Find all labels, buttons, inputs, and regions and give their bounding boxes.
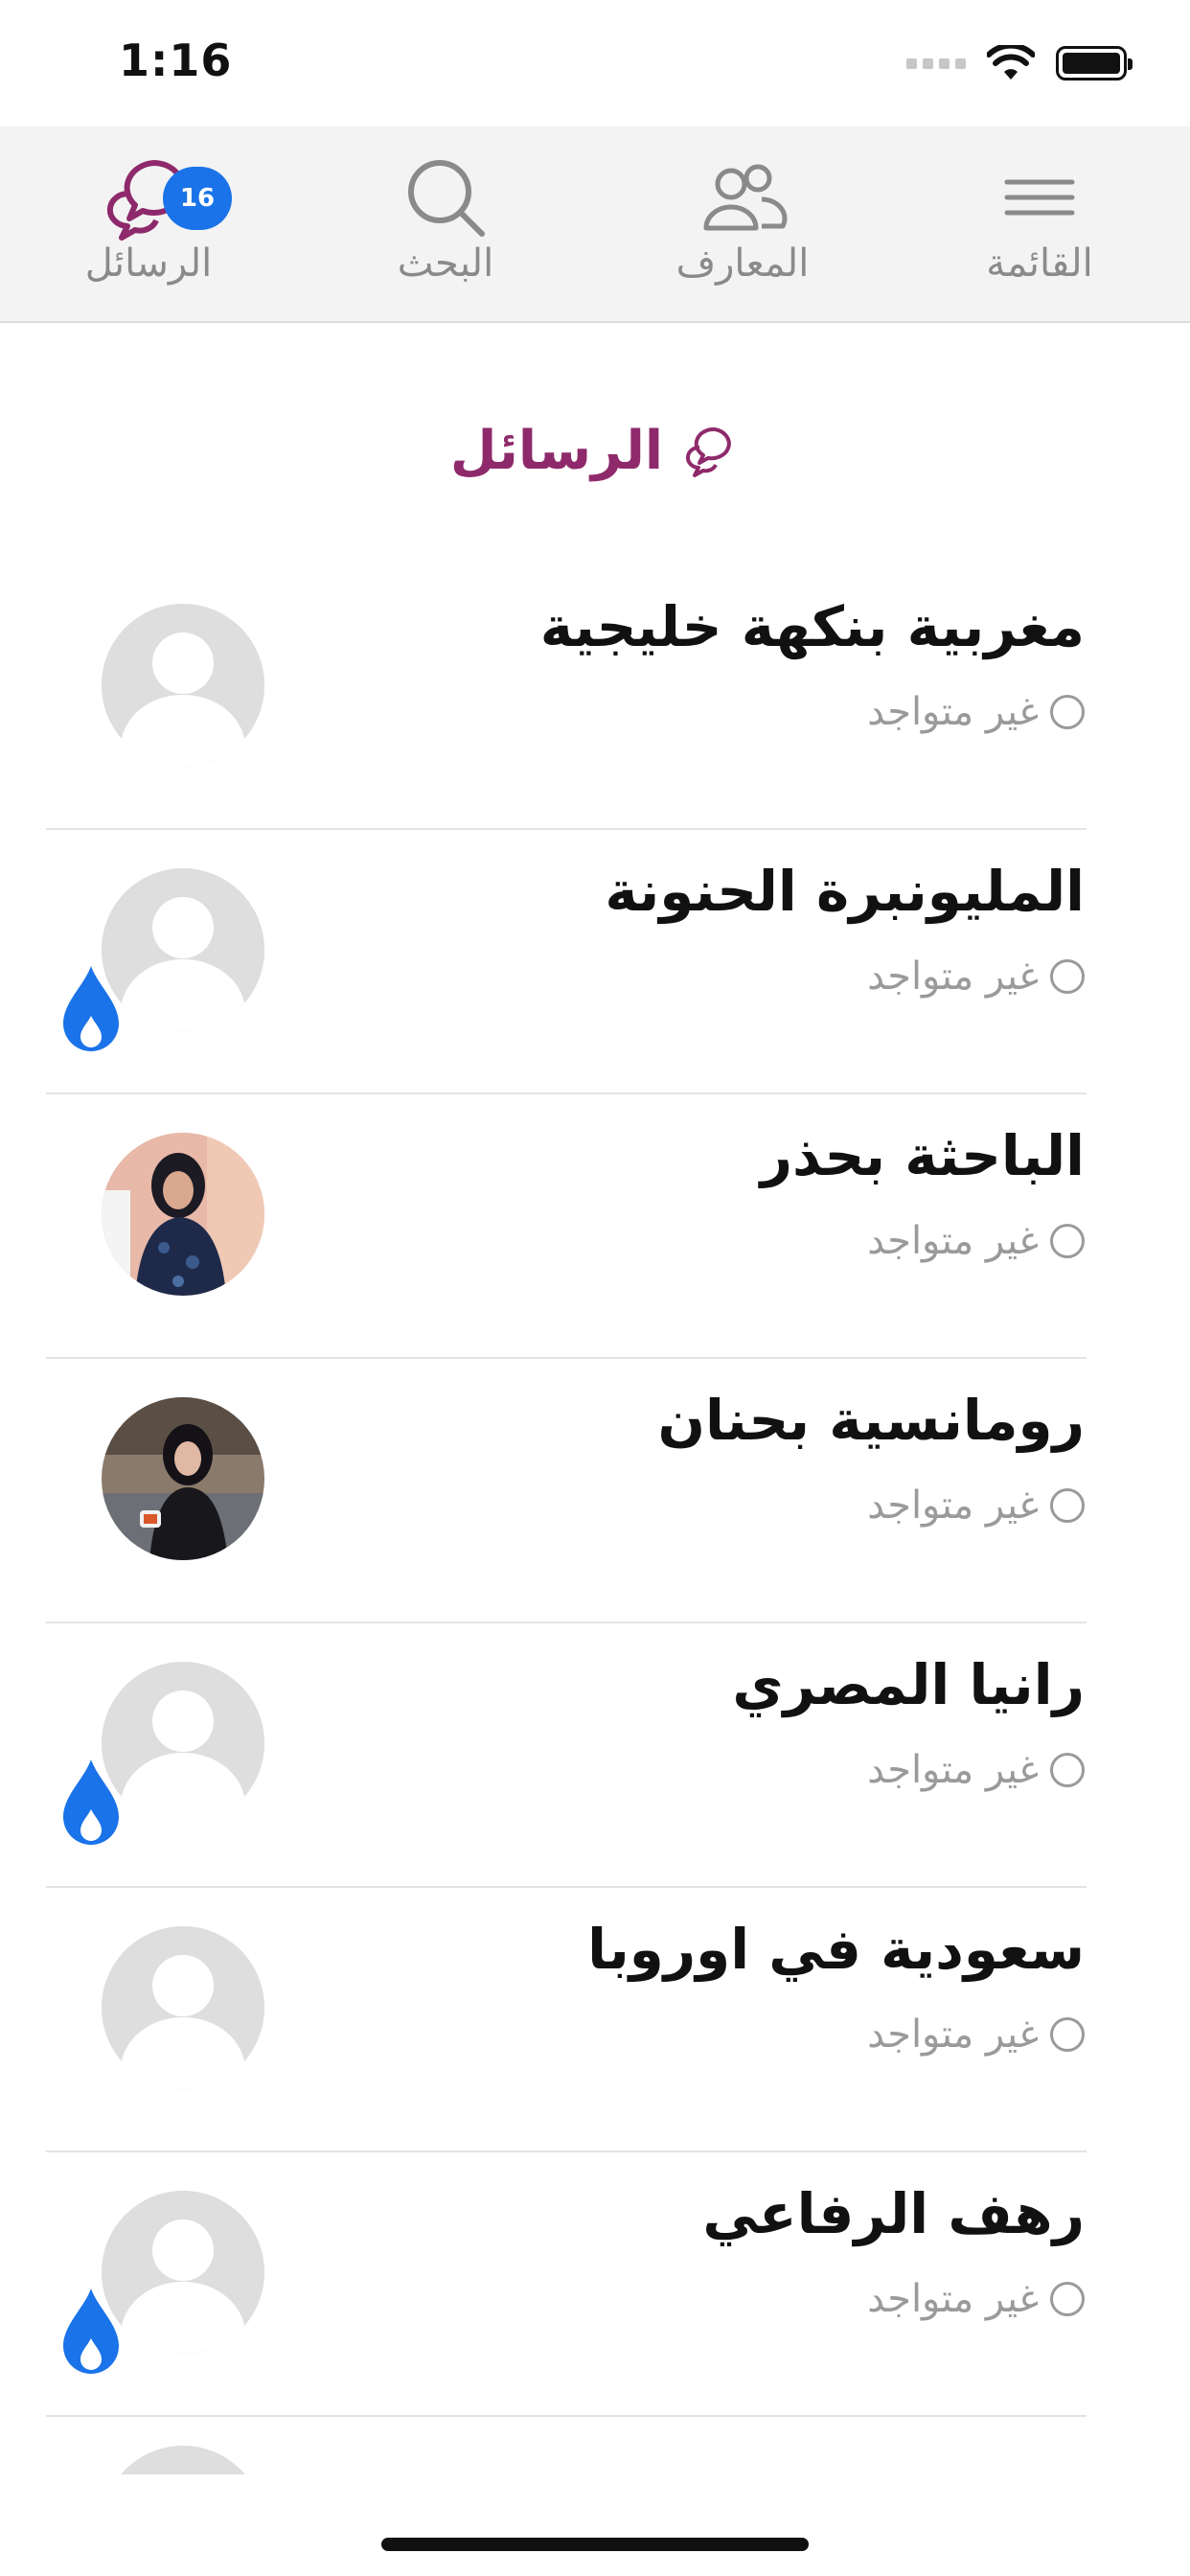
contact-name: المليونبرة الحنونة — [605, 859, 1085, 924]
top-nav: 16 الرسائل البحث المعارف القائمة — [0, 126, 1190, 323]
offline-icon — [1050, 2282, 1085, 2316]
profile-photo — [102, 1397, 264, 1560]
offline-icon — [1050, 959, 1085, 994]
signal-icon — [906, 58, 966, 69]
avatar[interactable] — [102, 1662, 264, 1825]
presence-status: غير متواجد — [867, 1748, 1085, 1792]
default-avatar-icon — [102, 2446, 264, 2474]
offline-icon — [1050, 2017, 1085, 2052]
offline-icon — [1050, 1488, 1085, 1523]
default-avatar-icon — [102, 1926, 264, 2089]
avatar[interactable] — [102, 2191, 264, 2354]
conversation-row[interactable]: مغربية بنكهة خليجية غير متواجد — [0, 565, 1190, 830]
flame-icon — [63, 966, 119, 1051]
avatar[interactable] — [102, 604, 264, 767]
contact-name: رهف الرفاعي — [702, 2181, 1085, 2246]
avatar[interactable] — [102, 868, 264, 1031]
page-title-text: الرسائل — [449, 419, 664, 482]
default-avatar-icon — [102, 868, 264, 1031]
conversation-row[interactable]: رانيا المصري غير متواجد — [0, 1623, 1190, 1888]
status-text: غير متواجد — [867, 690, 1039, 734]
status-text: غير متواجد — [867, 2012, 1039, 2057]
avatar[interactable] — [102, 1926, 264, 2089]
presence-status: غير متواجد — [867, 1484, 1085, 1528]
battery-icon — [1056, 46, 1133, 80]
avatar[interactable] — [102, 2446, 264, 2474]
status-icons — [906, 44, 1133, 82]
nav-messages[interactable]: 16 الرسائل — [38, 126, 259, 323]
nav-contacts-label: المعارف — [675, 242, 810, 286]
wifi-icon — [987, 45, 1035, 80]
conversation-row[interactable]: رهف الرفاعي غير متواجد — [0, 2152, 1190, 2417]
nav-messages-label: الرسائل — [84, 242, 213, 286]
offline-icon — [1050, 1224, 1085, 1258]
status-text: غير متواجد — [867, 1219, 1039, 1263]
status-bar: 1:16 — [0, 0, 1190, 126]
presence-status: غير متواجد — [867, 2277, 1085, 2321]
contact-name: رومانسية بحنان — [657, 1388, 1085, 1453]
contact-name: الباحثة بحذر — [760, 1123, 1085, 1188]
chat-icon — [686, 426, 731, 477]
default-avatar-icon — [102, 1662, 264, 1825]
messages-count-badge: 16 — [163, 167, 232, 230]
offline-icon — [1050, 695, 1085, 729]
status-time: 1:16 — [119, 34, 233, 86]
presence-status: غير متواجد — [867, 690, 1085, 734]
avatar[interactable] — [102, 1133, 264, 1296]
avatar[interactable] — [102, 1397, 264, 1560]
conversation-row[interactable]: سعودية في اوروبا غير متواجد — [0, 1888, 1190, 2152]
users-icon — [703, 164, 788, 231]
nav-contacts[interactable]: المعارف — [632, 126, 853, 323]
nav-search[interactable]: البحث — [335, 126, 556, 323]
conversation-row[interactable]: رومانسية بحنان غير متواجد — [0, 1359, 1190, 1623]
status-text: غير متواجد — [867, 1748, 1039, 1792]
search-icon — [408, 160, 485, 237]
nav-menu-label: القائمة — [986, 242, 1093, 286]
offline-icon — [1050, 1753, 1085, 1787]
conversation-row[interactable]: المليونبرة الحنونة غير متواجد — [0, 830, 1190, 1094]
presence-status: غير متواجد — [867, 954, 1085, 999]
status-text: غير متواجد — [867, 1484, 1039, 1528]
contact-name: رانيا المصري — [732, 1652, 1085, 1717]
home-indicator[interactable] — [381, 2538, 809, 2551]
conversation-row[interactable]: الباحثة بحذر غير متواجد — [0, 1094, 1190, 1359]
default-avatar-icon — [102, 2191, 264, 2354]
flame-icon — [63, 1760, 119, 1845]
nav-menu[interactable]: القائمة — [929, 126, 1150, 323]
presence-status: غير متواجد — [867, 2012, 1085, 2057]
contact-name: مغربية بنكهة خليجية — [539, 594, 1085, 659]
flame-icon — [63, 2288, 119, 2374]
status-text: غير متواجد — [867, 954, 1039, 999]
profile-photo — [102, 1133, 264, 1296]
menu-icon — [1004, 179, 1075, 216]
conversation-row-partial[interactable] — [0, 2417, 1190, 2474]
page-title: الرسائل — [0, 412, 1190, 489]
status-text: غير متواجد — [867, 2277, 1039, 2321]
contact-name: سعودية في اوروبا — [587, 1917, 1085, 1982]
default-avatar-icon — [102, 604, 264, 767]
nav-search-label: البحث — [397, 242, 494, 286]
presence-status: غير متواجد — [867, 1219, 1085, 1263]
